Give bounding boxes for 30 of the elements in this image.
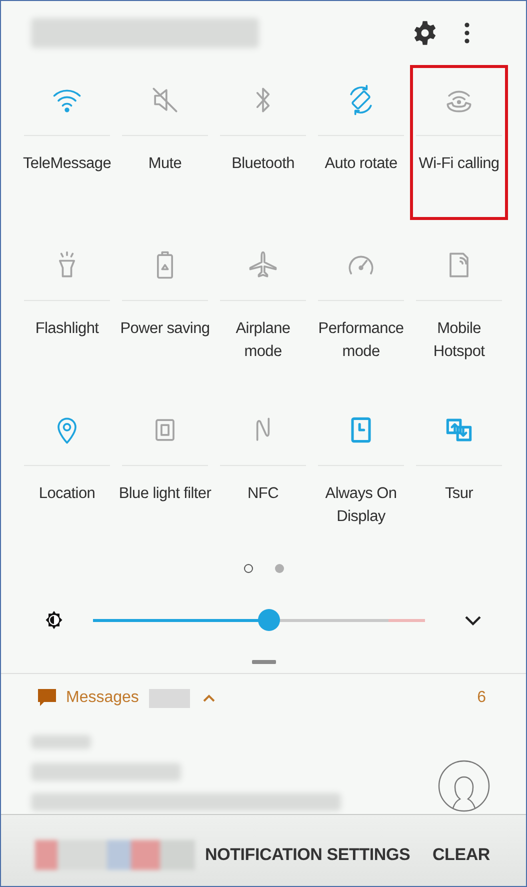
clear-button[interactable]: CLEAR (432, 844, 490, 864)
quick-toggle[interactable]: Auto rotate (312, 65, 410, 230)
avatar-icon (438, 760, 490, 812)
quick-toggle[interactable]: TeleMessage (18, 65, 116, 230)
quick-toggle[interactable]: Location (18, 395, 116, 560)
drag-handle[interactable] (252, 660, 276, 664)
chevron-down-icon[interactable] (463, 613, 483, 627)
settings-icon[interactable] (412, 20, 438, 46)
quick-toggle[interactable]: Power saving (116, 230, 214, 395)
quick-toggle[interactable]: NFC (214, 395, 312, 560)
more-options-icon[interactable] (464, 22, 470, 44)
redacted-block (148, 688, 190, 708)
quick-toggle[interactable]: Performance mode (312, 230, 410, 395)
quick-toggle[interactable]: Wi-Fi calling (410, 65, 508, 220)
notification-count: 6 (477, 689, 486, 707)
blurred-text (31, 735, 91, 749)
quick-toggle[interactable]: Airplane mode (214, 230, 312, 395)
quick-toggle[interactable]: Tsur (410, 395, 508, 560)
quick-toggle[interactable]: Mute (116, 65, 214, 230)
quick-toggle[interactable]: Always On Display (312, 395, 410, 560)
quick-toggle[interactable]: Blue light filter (116, 395, 214, 560)
caret-icon[interactable] (202, 693, 216, 703)
brightness-slider-thumb[interactable] (258, 608, 280, 630)
quick-toggle[interactable]: Flashlight (18, 230, 116, 395)
brightness-icon (43, 609, 65, 631)
notification-settings-button[interactable]: NOTIFICATION SETTINGS (205, 844, 410, 864)
app-name: Messages (66, 689, 139, 707)
quick-toggle[interactable]: Mobile Hotspot (410, 230, 508, 395)
quick-toggle[interactable]: Bluetooth (214, 65, 312, 230)
message-bubble-icon (37, 688, 57, 708)
